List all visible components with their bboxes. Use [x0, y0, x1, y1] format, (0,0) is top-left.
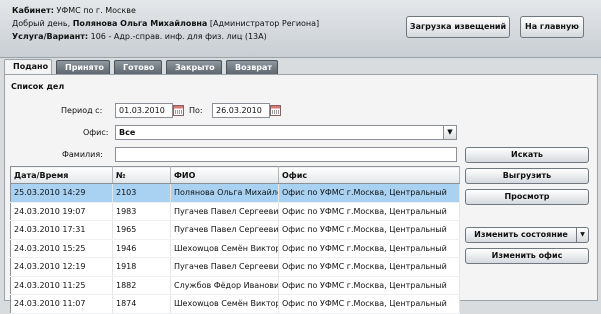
cell-datetime: 24.03.2010 19:07	[10, 202, 113, 221]
cell-datetime: 24.03.2010 12:19	[10, 257, 113, 277]
cabinet-line: Кабинет: УФМС по г. Москве	[12, 6, 136, 15]
home-button[interactable]: На главную	[520, 16, 584, 38]
cabinet-label: Кабинет:	[12, 6, 54, 15]
period-from-field[interactable]: 01.03.2010	[115, 103, 173, 118]
tab-submitted[interactable]: Подано	[4, 59, 52, 75]
surname-label: Фамилия:	[62, 150, 103, 159]
cell-office: Офис по УФМС г.Москва, Центральный	[278, 276, 460, 295]
cell-number: 1983	[112, 202, 171, 221]
column-fio[interactable]: ФИО	[170, 166, 279, 184]
view-button[interactable]: Просмотр	[465, 189, 589, 205]
cell-number: 1946	[112, 239, 171, 258]
chevron-down-icon[interactable]: ▼	[443, 126, 456, 139]
cell-office: Офис по УФМС г.Москва, Центральный	[278, 239, 460, 258]
service-value: 106 - Адр.-справ. инф. для физ. лиц (13А…	[90, 32, 267, 41]
export-button[interactable]: Выгрузить	[465, 168, 589, 184]
service-line: Услуга/Вариант: 106 - Адр.-справ. инф. д…	[12, 32, 267, 41]
cell-office: Офис по УФМС г.Москва, Центральный	[278, 294, 460, 314]
tab-returned[interactable]: Возврат	[226, 60, 278, 74]
case-table: Дата/Время № ФИО Офис 25.03.2010 14:29 21…	[10, 166, 460, 314]
change-state-label: Изменить состояние	[474, 230, 568, 239]
cell-fio: Шехowцов Семён Викторович	[170, 239, 279, 258]
cell-number: 2103	[112, 183, 171, 203]
calendar-to-icon[interactable]	[270, 105, 281, 116]
table-row[interactable]: 24.03.2010 11:25 1882 Службов Фёдор Иванов…	[10, 276, 460, 295]
office-label: Офис:	[83, 128, 109, 137]
change-state-button[interactable]: Изменить состояние ▼	[465, 227, 589, 243]
calendar-from-icon[interactable]	[173, 105, 184, 116]
cell-office: Офис по УФМС г.Москва, Центральный	[278, 202, 460, 221]
load-notices-button[interactable]: Загрузка извещений	[406, 16, 510, 38]
office-select[interactable]: Все ▼	[115, 125, 457, 140]
header-bar: Кабинет: УФМС по г. Москве Добрый день, …	[0, 0, 601, 58]
cell-datetime: 24.03.2010 11:25	[10, 276, 113, 295]
greeting-text: Добрый день,	[12, 19, 71, 28]
chevron-down-icon[interactable]: ▼	[576, 228, 588, 242]
search-button[interactable]: Искать	[465, 147, 589, 163]
cell-datetime: 25.03.2010 14:29	[10, 183, 113, 203]
user-name: Полянова Ольга Михайловна	[72, 19, 208, 28]
service-label: Услуга/Вариант:	[12, 32, 89, 41]
tab-closed[interactable]: Закрыто	[166, 60, 222, 74]
tab-accepted[interactable]: Принято	[56, 60, 110, 74]
cell-office: Офис по УФМС г.Москва, Центральный	[278, 183, 460, 203]
cell-datetime: 24.03.2010 11:07	[10, 294, 113, 314]
table-body: 25.03.2010 14:29 2103 Полянова Ольга Михай…	[10, 183, 460, 314]
surname-input[interactable]	[115, 147, 457, 162]
cell-fio: Пугачев Павел Сергеевич	[170, 257, 279, 277]
cell-number: 1965	[112, 220, 171, 240]
cell-fio: Шехowцов Семён Викторович	[170, 294, 279, 314]
cell-office: Офис по УФМС г.Москва, Центральный	[278, 220, 460, 240]
table-row[interactable]: 24.03.2010 12:19 1918 Пугачев Павел Сергее…	[10, 257, 460, 277]
cell-datetime: 24.03.2010 15:25	[10, 239, 113, 258]
cell-fio: Полянова Ольга Михайловна	[170, 183, 279, 203]
tab-ready[interactable]: Готово	[114, 60, 162, 74]
table-header-row: Дата/Время № ФИО Офис	[10, 166, 460, 184]
user-role: [Администратор Региона]	[209, 19, 320, 28]
period-from-label: Период с:	[61, 106, 103, 115]
table-row[interactable]: 24.03.2010 17:31 1965 Пугачев Павел Сергее…	[10, 220, 460, 240]
change-office-button[interactable]: Изменить офис	[465, 248, 589, 264]
cell-number: 1874	[112, 294, 171, 314]
cell-number: 1918	[112, 257, 171, 277]
cell-office: Офис по УФМС г.Москва, Центральный	[278, 257, 460, 277]
column-office[interactable]: Офис	[278, 166, 460, 184]
period-to-field[interactable]: 26.03.2010	[212, 103, 270, 118]
greeting-line: Добрый день, Полянова Ольга Михайловна […	[12, 19, 319, 28]
table-row[interactable]: 24.03.2010 19:07 1983 Пугачев Павел Сергее…	[10, 202, 460, 221]
table-row[interactable]: 24.03.2010 15:25 1946 Шехowцов Семён Викто…	[10, 239, 460, 258]
cell-number: 1882	[112, 276, 171, 295]
column-number[interactable]: №	[112, 166, 171, 184]
cell-fio: Пугачев Павел Сергеевич	[170, 220, 279, 240]
cell-fio: Службов Фёдор Иванович	[170, 276, 279, 295]
cell-datetime: 24.03.2010 17:31	[10, 220, 113, 240]
case-list-panel: Список дел Период с: 01.03.2010 По: 26.0…	[4, 74, 598, 314]
office-select-value: Все	[119, 128, 136, 137]
table-row[interactable]: 24.03.2010 11:07 1874 Шехowцов Семён Викто…	[10, 294, 460, 314]
section-title: Список дел	[11, 82, 65, 91]
period-to-label: По:	[189, 106, 203, 115]
table-row[interactable]: 25.03.2010 14:29 2103 Полянова Ольга Михай…	[10, 183, 460, 203]
cell-fio: Пугачев Павел Сергеевич	[170, 202, 279, 221]
cabinet-value: УФМС по г. Москве	[56, 6, 136, 15]
column-datetime[interactable]: Дата/Время	[10, 166, 113, 184]
